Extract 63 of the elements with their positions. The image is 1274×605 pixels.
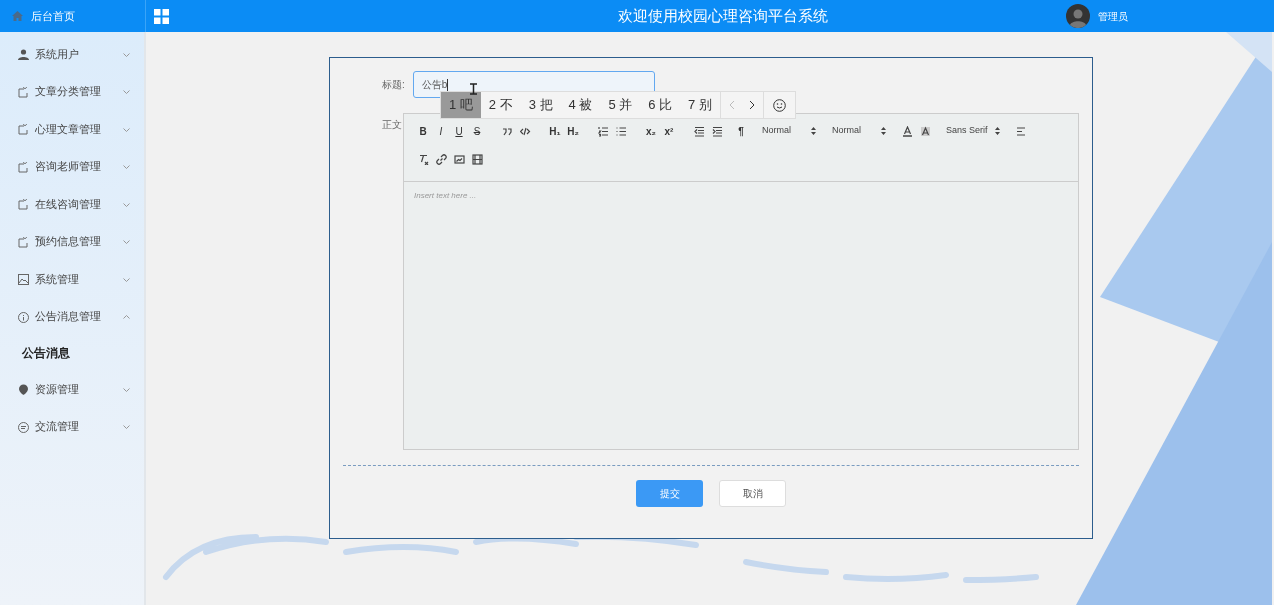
format-button[interactable]: I [432,122,450,140]
dropdown[interactable]: Sans Serif [942,122,1004,140]
menu-item[interactable]: 心理文章管理 [0,111,144,149]
document-icon [18,124,29,136]
format-button[interactable]: x₂ [642,122,660,140]
outdent-icon [693,125,705,137]
format-button[interactable]: x² [660,122,678,140]
home-icon [12,11,23,21]
image-icon [453,153,465,165]
highlight-icon [919,125,931,137]
format-button[interactable]: U [450,122,468,140]
menu-item[interactable]: 咨询老师管理 [0,148,144,186]
menu-item[interactable]: 文章分类管理 [0,73,144,111]
bullet-list-icon [615,125,627,137]
next-icon[interactable] [748,100,755,110]
document-icon [18,199,29,211]
format-button[interactable]: S [468,122,486,140]
info-icon [18,311,29,323]
menu-item[interactable]: 预约信息管理 [0,223,144,261]
menu-item[interactable]: 系统用户 [0,36,144,74]
background-triangle [1226,32,1272,72]
code-icon [519,125,531,137]
updown-icon [995,127,1000,135]
menu-item[interactable]: 交流管理 [0,408,144,446]
dropdown[interactable]: Normal [758,122,820,140]
updown-icon [811,127,816,135]
body-label: 正文 [382,118,403,132]
cancel-button[interactable]: 取消 [719,480,786,507]
align-left-icon [1015,125,1027,137]
document-icon [18,236,29,248]
person-icon [18,49,29,61]
pin-icon [18,384,29,396]
menu-item[interactable]: 资源管理 [0,371,144,409]
menu-item[interactable]: 系统管理 [0,261,144,299]
chat-icon [18,421,29,433]
emoji-icon[interactable] [772,98,786,112]
format-button[interactable]: B [414,122,432,140]
quote-icon [501,125,513,137]
dropdown[interactable]: Normal [828,122,890,140]
menu-item[interactable]: 公告消息管理 [0,298,144,336]
submenu-item[interactable]: 公告消息 [0,336,144,371]
clear-format-icon [417,153,429,165]
title-label: 标题: [382,78,405,92]
text-color-icon [901,125,913,137]
ime-candidate[interactable]: 1 吧 [441,92,481,118]
indent-icon [711,125,723,137]
document-icon [18,86,29,98]
format-button[interactable]: ¶ [732,122,750,140]
text-cursor-icon [470,83,477,95]
numbered-list-icon [597,125,609,137]
video-icon [471,153,483,165]
format-button[interactable]: H₁ [546,122,564,140]
editor[interactable]: B I U S H₁ H₂ x₂ x² ¶ Normal Normal Sans Serif Insert text here ... [403,113,1079,450]
image-icon [18,274,29,286]
editor-placeholder: Insert text here ... [413,190,478,202]
document-icon [18,161,29,173]
menu-item[interactable]: 在线咨询管理 [0,186,144,224]
header-title: 欢迎使用校园心理咨询平台系统 [618,5,828,26]
menu-grid-icon[interactable] [154,8,169,24]
updown-icon [881,127,886,135]
link-icon [435,153,447,165]
format-button[interactable]: H₂ [564,122,582,140]
avatar-icon[interactable] [1066,4,1090,28]
